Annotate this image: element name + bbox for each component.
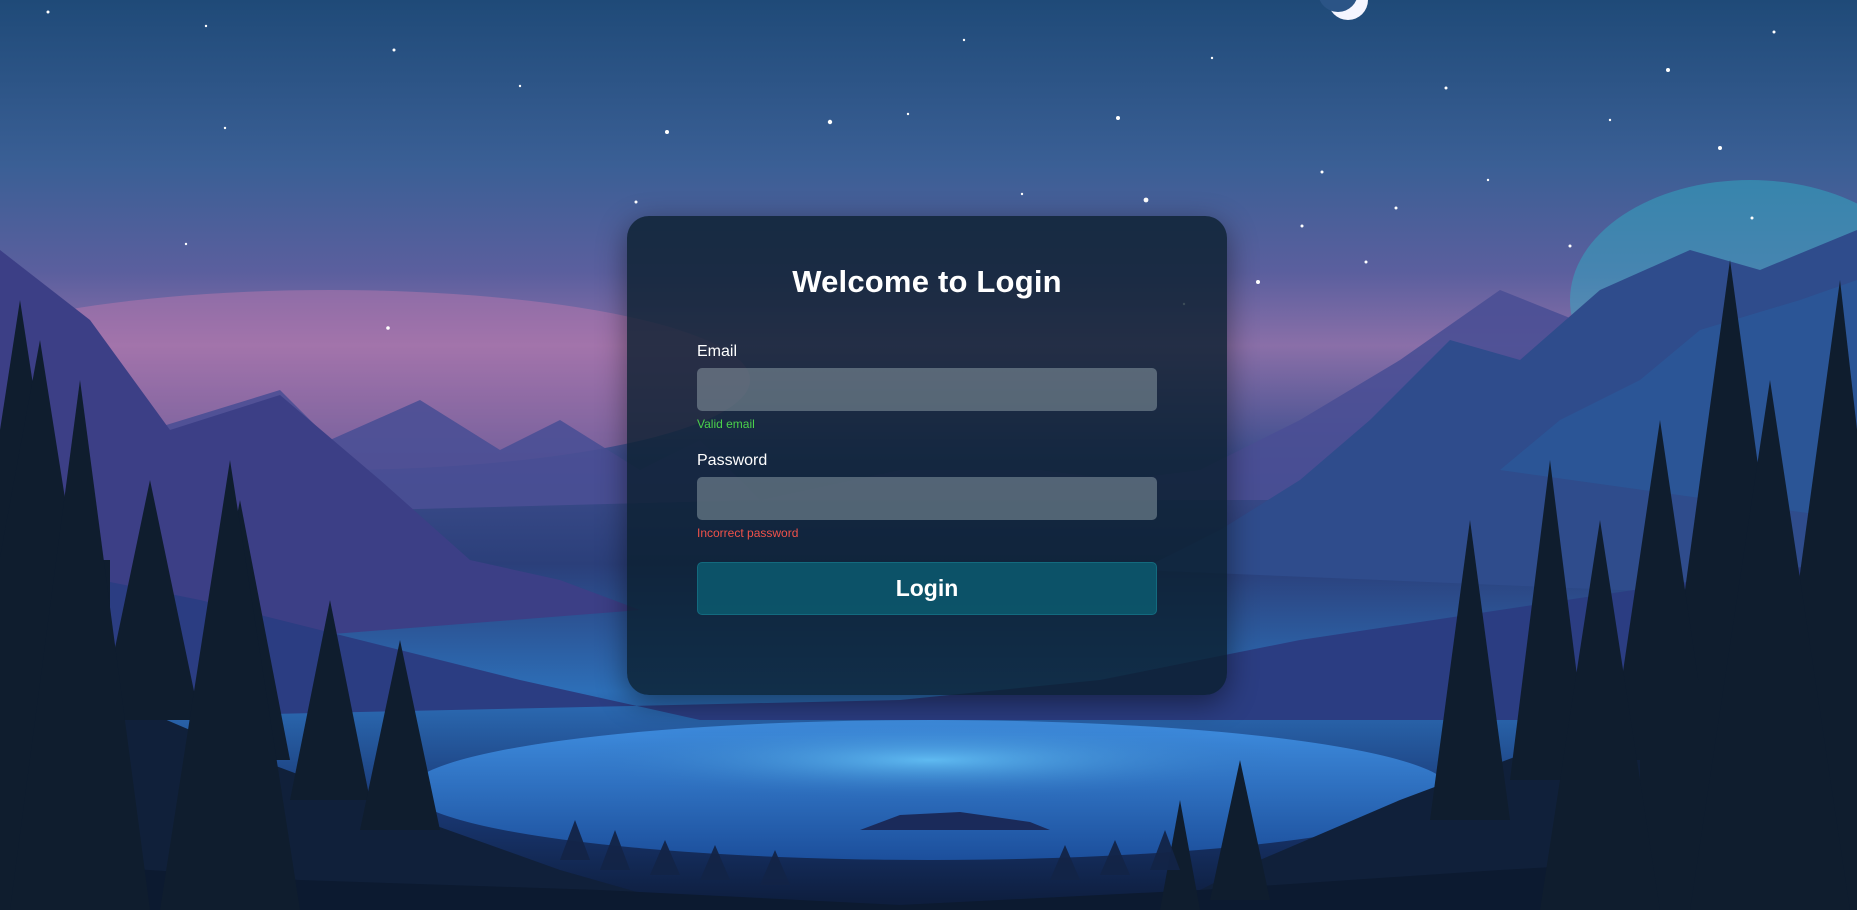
- email-label: Email: [697, 343, 738, 360]
- password-field-group: Password Incorrect password: [697, 451, 1157, 540]
- password-label: Password: [697, 452, 768, 469]
- login-card: Welcome to Login Email Valid email Passw…: [627, 216, 1227, 695]
- email-field-group: Email Valid email: [697, 342, 1157, 431]
- moon-icon: [1319, 0, 1368, 20]
- login-button[interactable]: Login: [697, 562, 1157, 615]
- password-error-message: Incorrect password: [697, 526, 799, 540]
- email-field[interactable]: [697, 368, 1157, 411]
- password-field[interactable]: [697, 477, 1157, 520]
- email-status-message: Valid email: [697, 417, 755, 431]
- page-title: Welcome to Login: [792, 264, 1062, 299]
